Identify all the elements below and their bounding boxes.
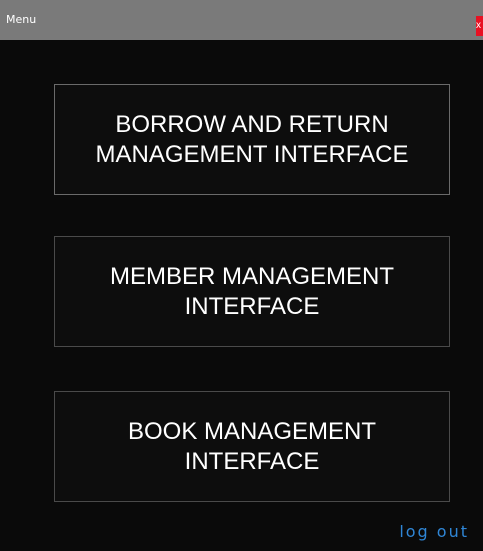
book-management-label: BOOK MANAGEMENT INTERFACE [127, 417, 377, 475]
member-management-label: MEMBER MANAGEMENT INTERFACE [109, 262, 394, 320]
borrow-return-management-button[interactable]: BORROW AND RETURN MANAGEMENT INTERFACE [54, 84, 450, 195]
close-button[interactable]: x [476, 16, 483, 36]
borrow-return-management-label: BORROW AND RETURN MANAGEMENT INTERFACE [95, 110, 409, 168]
app-window: Menu x BORROW AND RETURN MANAGEMENT INTE… [0, 0, 483, 551]
logout-link[interactable]: log out [399, 522, 469, 541]
book-management-button[interactable]: BOOK MANAGEMENT INTERFACE [54, 391, 450, 502]
menu-panel: BORROW AND RETURN MANAGEMENT INTERFACE M… [0, 40, 483, 551]
title-bar[interactable]: Menu x [0, 0, 483, 40]
member-management-button[interactable]: MEMBER MANAGEMENT INTERFACE [54, 236, 450, 347]
window-title: Menu [6, 13, 37, 26]
